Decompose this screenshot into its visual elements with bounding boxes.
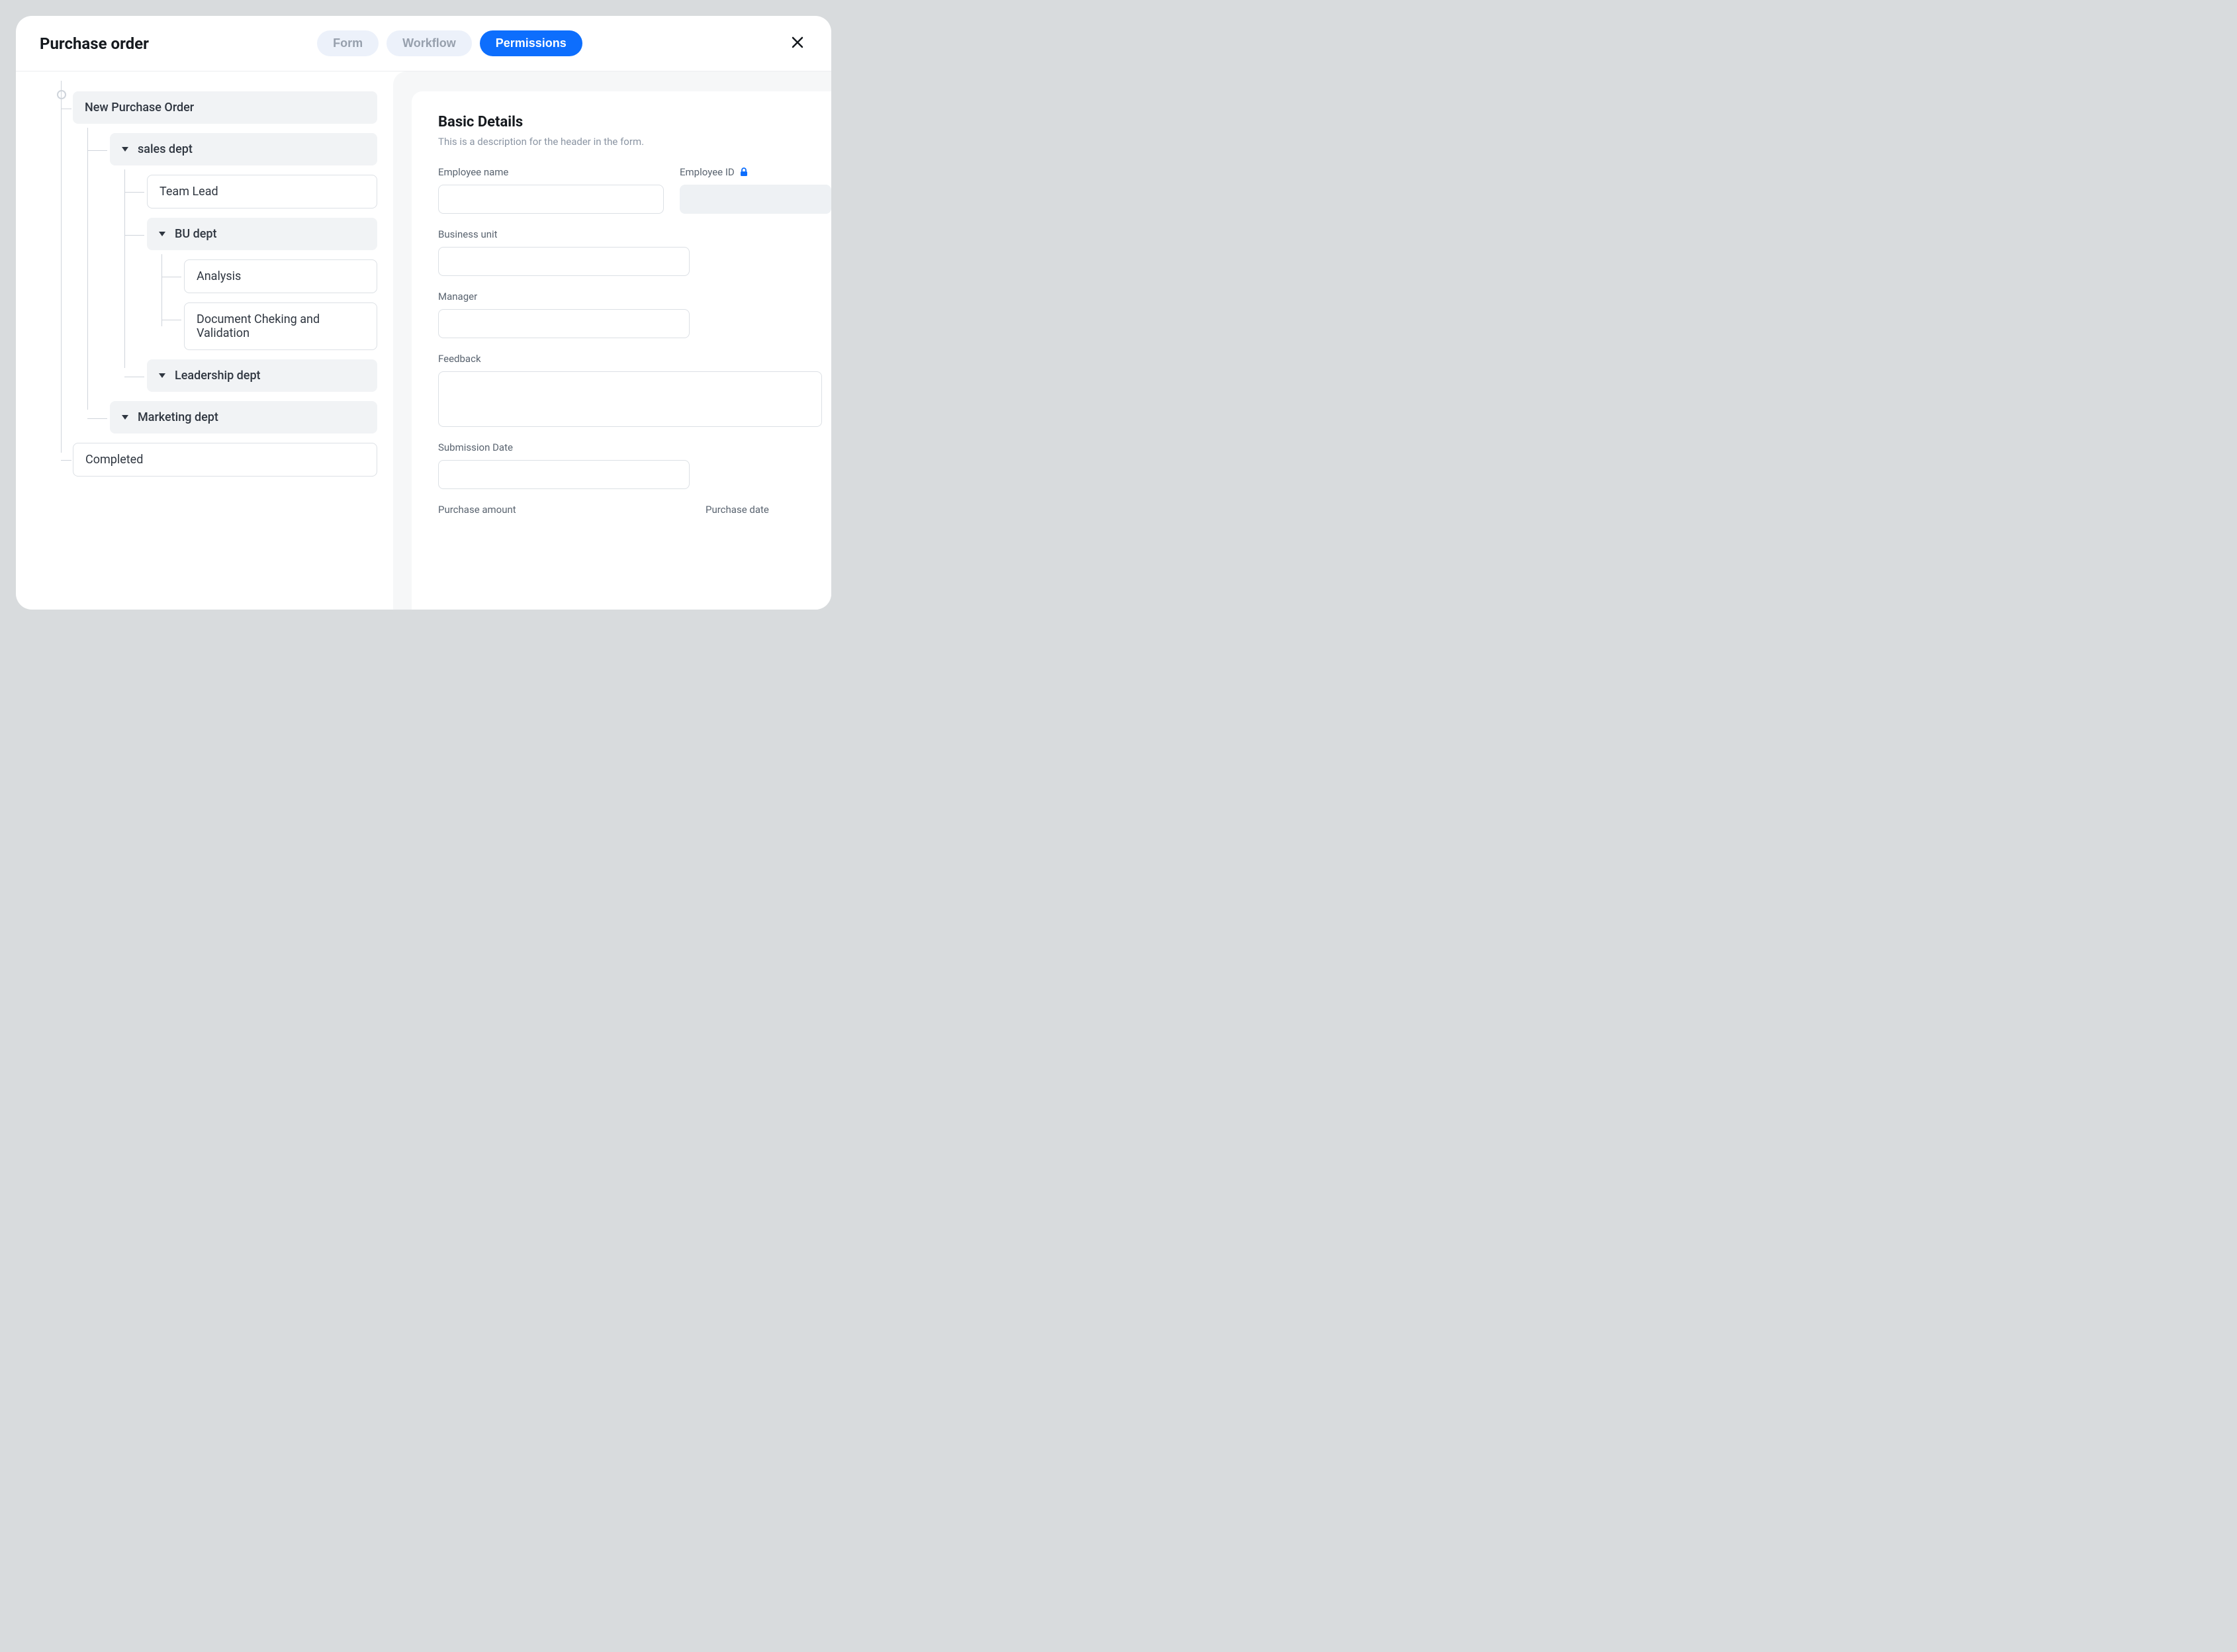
field-submission-date: Submission Date <box>438 441 690 489</box>
tree-item-team-lead[interactable]: Team Lead <box>147 175 377 208</box>
tree-label: Team Lead <box>160 185 218 199</box>
label-manager: Manager <box>438 291 690 302</box>
tree-node-analysis: Analysis <box>184 259 377 293</box>
tab-form[interactable]: Form <box>317 30 379 56</box>
tree-label: Leadership dept <box>175 369 261 383</box>
form-card: Basic Details This is a description for … <box>412 91 831 610</box>
workflow-tree: New Purchase Order sales dept <box>16 71 393 610</box>
tree-label: Marketing dept <box>138 410 218 424</box>
tabs: Form Workflow Permissions <box>109 30 790 56</box>
input-manager[interactable] <box>438 309 690 338</box>
section-description: This is a description for the header in … <box>438 136 831 148</box>
close-button[interactable] <box>790 35 805 52</box>
tree-label: Completed <box>85 453 143 467</box>
form-panel: Basic Details This is a description for … <box>393 71 831 610</box>
chevron-down-icon <box>159 232 165 236</box>
input-business-unit[interactable] <box>438 247 690 276</box>
tab-workflow[interactable]: Workflow <box>387 30 472 56</box>
chevron-down-icon <box>159 373 165 378</box>
field-business-unit: Business unit <box>438 228 690 276</box>
tree-node-leadership: Leadership dept <box>147 359 377 392</box>
tree-item-marketing-dept[interactable]: Marketing dept <box>110 401 377 434</box>
label-text: Employee ID <box>680 166 735 178</box>
chevron-down-icon <box>122 147 128 152</box>
textarea-feedback[interactable] <box>438 371 822 427</box>
label-employee-id: Employee ID <box>680 166 831 178</box>
field-purchase-date: Purchase date <box>706 504 831 522</box>
modal-content: New Purchase Order sales dept <box>16 71 831 610</box>
label-purchase-amount: Purchase amount <box>438 504 690 516</box>
label-feedback: Feedback <box>438 353 822 365</box>
close-icon <box>790 35 805 50</box>
tree-label: Document Cheking and Validation <box>197 312 365 340</box>
field-purchase-amount: Purchase amount <box>438 504 690 522</box>
tree-label: New Purchase Order <box>85 101 194 115</box>
label-submission-date: Submission Date <box>438 441 690 453</box>
field-employee-name: Employee name <box>438 166 664 214</box>
modal-header: Purchase order Form Workflow Permissions <box>16 16 831 71</box>
tree-node-marketing: Marketing dept <box>110 401 377 434</box>
tab-permissions[interactable]: Permissions <box>480 30 582 56</box>
field-feedback: Feedback <box>438 353 822 427</box>
tree-item-completed[interactable]: Completed <box>73 443 377 477</box>
input-employee-id <box>680 185 831 214</box>
tree-item-bu-dept[interactable]: BU dept <box>147 218 377 250</box>
tree-label: BU dept <box>175 227 217 241</box>
tree-node-completed: Completed <box>73 443 377 477</box>
label-purchase-date: Purchase date <box>706 504 831 516</box>
tree-item-analysis[interactable]: Analysis <box>184 259 377 293</box>
tree-item-sales-dept[interactable]: sales dept <box>110 133 377 165</box>
tree-node-team-lead: Team Lead <box>147 175 377 208</box>
input-employee-name[interactable] <box>438 185 664 214</box>
tree-node-doc-check: Document Cheking and Validation <box>184 302 377 350</box>
tree-node-sales: sales dept Team Lead <box>110 133 377 392</box>
tree-label: Analysis <box>197 269 241 283</box>
tree-node-root: New Purchase Order sales dept <box>73 91 377 434</box>
label-employee-name: Employee name <box>438 166 664 178</box>
tree-item-leadership-dept[interactable]: Leadership dept <box>147 359 377 392</box>
label-business-unit: Business unit <box>438 228 690 240</box>
tree-label: sales dept <box>138 142 193 156</box>
chevron-down-icon <box>122 415 128 420</box>
field-employee-id: Employee ID <box>680 166 831 214</box>
tree-item-doc-check[interactable]: Document Cheking and Validation <box>184 302 377 350</box>
field-manager: Manager <box>438 291 690 338</box>
tree-node-bu: BU dept Analysis <box>147 218 377 350</box>
modal-purchase-order: Purchase order Form Workflow Permissions… <box>16 16 831 610</box>
input-submission-date[interactable] <box>438 460 690 489</box>
tree-item-new-purchase-order[interactable]: New Purchase Order <box>73 91 377 124</box>
section-title: Basic Details <box>438 114 831 130</box>
lock-icon <box>740 167 748 177</box>
